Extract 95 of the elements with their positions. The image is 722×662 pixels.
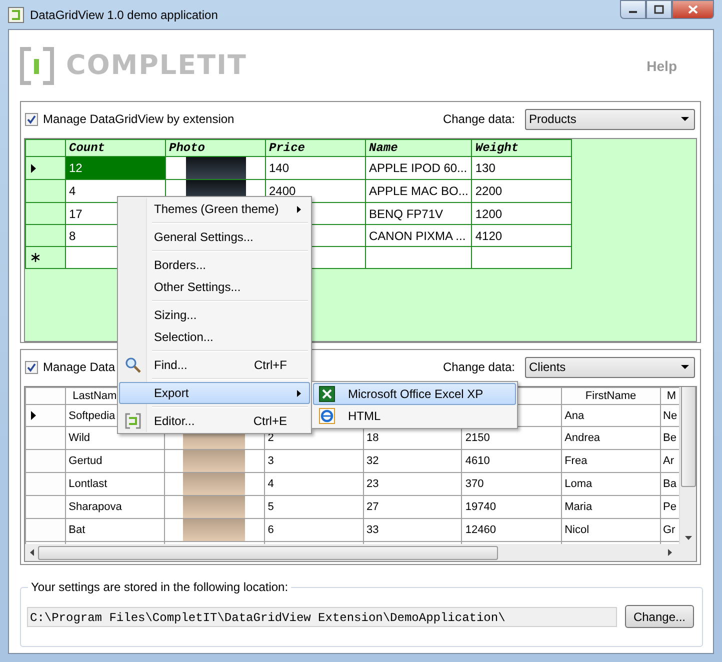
table-cell: 5: [264, 496, 364, 518]
table-cell: 12: [66, 156, 166, 180]
shortcut-label: Ctrl+F: [254, 358, 287, 372]
menu-item[interactable]: Find... Ctrl+F: [119, 354, 310, 376]
table-cell: 370: [462, 472, 562, 496]
table-cell: 1200: [472, 202, 572, 224]
checkbox[interactable]: [25, 360, 38, 374]
table-cell: APPLE MAC BO...: [366, 180, 472, 202]
maximize-icon: [654, 5, 664, 14]
table-cell: 140: [266, 156, 366, 180]
horizontal-scrollbar[interactable]: [25, 544, 696, 561]
group-caption: Your settings are stored in the following location:: [28, 580, 292, 594]
table-cell: 4: [264, 472, 364, 496]
new-row-icon: [31, 253, 40, 262]
table-cell: 27: [363, 496, 462, 518]
table-cell: 12460: [462, 518, 562, 542]
table-cell: Andrea: [561, 426, 660, 450]
table-cell: Bat: [65, 518, 165, 542]
table-cell: 4610: [462, 450, 562, 472]
magnifier-icon: [125, 357, 141, 373]
table-cell: 4120: [472, 224, 572, 246]
column-header[interactable]: FirstName: [561, 388, 660, 404]
check-icon: [27, 114, 36, 124]
change-button[interactable]: Change...: [625, 605, 694, 628]
change-data-label: Change data:: [442, 360, 515, 374]
menu-item[interactable]: Other Settings...: [119, 276, 310, 298]
change-data-label: Change data:: [442, 112, 515, 126]
globe-icon: [319, 408, 335, 424]
vertical-scrollbar[interactable]: [679, 387, 696, 544]
current-row-icon: [31, 164, 36, 172]
checkbox-label: Manage Data: [43, 360, 116, 374]
photo-placeholder: [183, 520, 246, 540]
table-cell: CANON PIXMA ...: [366, 224, 472, 246]
current-row-icon: [31, 411, 36, 420]
column-header[interactable]: M: [660, 388, 680, 404]
caret-icon: [681, 117, 689, 121]
table-cell: Nicol: [561, 518, 660, 542]
table-cell: 3: [264, 450, 364, 472]
photo-placeholder: [183, 450, 246, 472]
logo-text: COMPLETIT: [66, 50, 247, 81]
table-cell: Lontlast: [65, 472, 165, 496]
table-cell: Loma: [561, 472, 660, 496]
table-cell: APPLE IPOD 60...: [366, 156, 472, 180]
menu-item[interactable]: Sizing...: [119, 304, 310, 326]
data-dropdown[interactable]: Clients: [525, 356, 695, 378]
table-cell: Sharapova: [65, 496, 165, 518]
table-cell: BENQ FP71V: [366, 202, 472, 224]
column-header[interactable]: Photo: [166, 140, 266, 156]
menu-item[interactable]: HTML: [313, 405, 516, 427]
table-cell: Maria: [561, 496, 660, 518]
row-header[interactable]: [26, 156, 66, 180]
window-title: DataGridView 1.0 demo application: [30, 8, 218, 22]
table-cell: 130: [472, 156, 572, 180]
table-cell: 2150: [462, 426, 562, 450]
row-header[interactable]: [26, 404, 66, 426]
table-cell: Gertud: [65, 450, 165, 472]
scroll-left-icon: [30, 549, 34, 556]
submenu-arrow-icon: [297, 206, 301, 212]
scroll-down-icon: [684, 536, 692, 540]
menu-item[interactable]: Borders...: [119, 254, 310, 276]
submenu-arrow-icon: [297, 390, 301, 396]
photo-placeholder: [186, 158, 246, 178]
close-button[interactable]: [672, 0, 714, 19]
menu-item[interactable]: Microsoft Office Excel XP: [313, 383, 516, 405]
column-header[interactable]: Price: [266, 140, 366, 156]
bracket-icon: [125, 413, 141, 429]
spreadsheet-icon: [319, 386, 335, 402]
table-cell: 6: [264, 518, 364, 542]
data-dropdown[interactable]: Products: [525, 108, 695, 130]
app-icon: [8, 6, 24, 22]
column-header[interactable]: Weight: [472, 140, 572, 156]
table-cell: 19740: [462, 496, 562, 518]
path-field[interactable]: C:\Program Files\CompletIT\DataGridView Extension\DemoApplication\: [27, 606, 617, 626]
shortcut-label: Ctrl+E: [253, 414, 287, 428]
photo-placeholder: [183, 474, 246, 494]
table-cell: 32: [363, 450, 462, 472]
table-cell: 33: [363, 518, 462, 542]
photo-placeholder: [183, 496, 246, 518]
minimize-button[interactable]: [620, 0, 646, 19]
table-cell: 23: [363, 472, 462, 496]
logo-icon: [20, 46, 54, 84]
checkbox-label: Manage DataGridView by extension: [43, 112, 234, 126]
maximize-button[interactable]: [646, 0, 672, 19]
menu-item[interactable]: Selection...: [119, 326, 310, 348]
table-cell: Ana: [561, 404, 660, 426]
table-cell: 2200: [472, 180, 572, 202]
scroll-right-icon: [668, 549, 672, 556]
check-icon: [27, 362, 36, 372]
table-cell: Frea: [561, 450, 660, 472]
column-header[interactable]: Name: [366, 140, 472, 156]
column-header[interactable]: Count: [66, 140, 166, 156]
close-icon: [688, 5, 698, 14]
checkbox[interactable]: [25, 112, 38, 126]
caret-icon: [681, 365, 689, 369]
menu-item[interactable]: Export: [119, 382, 310, 404]
